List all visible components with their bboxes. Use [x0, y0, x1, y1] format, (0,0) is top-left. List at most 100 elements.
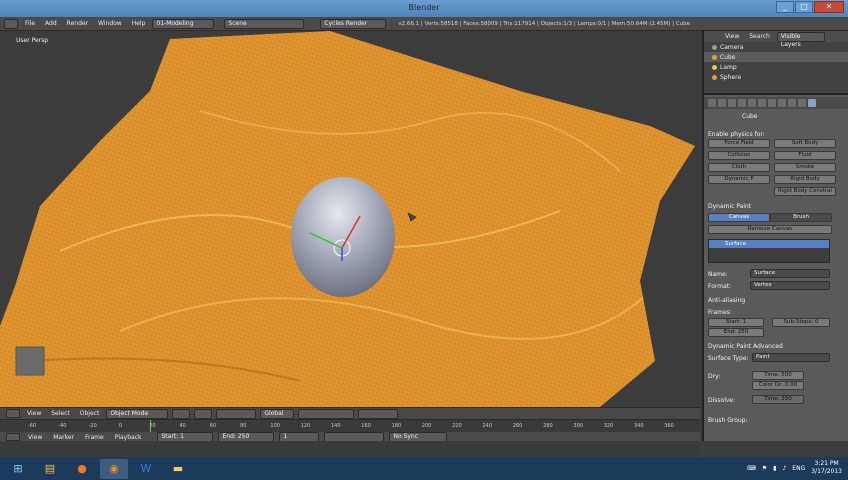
editor-type-icon[interactable]: [6, 433, 20, 441]
shading-dropdown[interactable]: [172, 408, 191, 419]
menu-marker[interactable]: Marker: [50, 434, 77, 441]
menu-frame[interactable]: Frame: [82, 434, 107, 441]
clock-date: 3/17/2013: [811, 468, 842, 475]
maximize-button[interactable]: □: [795, 1, 813, 13]
dry-checkbox[interactable]: Dry:: [708, 373, 720, 380]
surface-name-field[interactable]: Surface: [750, 269, 830, 278]
mode-dropdown[interactable]: Object Mode: [106, 408, 169, 419]
remove-canvas-button[interactable]: Remove Canvas: [708, 225, 832, 234]
modifier-tab-icon[interactable]: [758, 99, 766, 107]
keyboard-icon[interactable]: ⌨: [747, 465, 756, 472]
timeline-tick: 260: [512, 423, 523, 429]
editor-type-icon[interactable]: [6, 409, 20, 418]
object-tab-icon[interactable]: [738, 99, 746, 107]
orientation-dropdown[interactable]: Global: [260, 408, 295, 419]
timeline-tick: 120: [300, 423, 311, 429]
menu-window[interactable]: Window: [95, 20, 125, 27]
clock[interactable]: 3:21 PM 3/17/2013: [811, 460, 842, 476]
menu-search[interactable]: Search: [746, 33, 773, 40]
minimize-button[interactable]: _: [776, 1, 794, 13]
particle-tab-icon[interactable]: [798, 99, 806, 107]
advanced-panel-title[interactable]: Dynamic Paint Advanced: [708, 343, 783, 350]
canvas-tab[interactable]: Canvas: [708, 213, 770, 222]
flag-icon[interactable]: ⚑: [762, 465, 767, 472]
soft-body-button[interactable]: Soft Body: [774, 139, 836, 148]
outliner-item[interactable]: Camera: [704, 42, 848, 52]
color-dry-field[interactable]: Color Dr: 0.00: [752, 381, 804, 390]
current-frame-marker[interactable]: [150, 420, 151, 432]
snap-buttons[interactable]: [358, 408, 399, 419]
start-button[interactable]: ⊞: [4, 459, 32, 479]
firefox-icon[interactable]: ●: [68, 459, 96, 479]
constraint-tab-icon[interactable]: [748, 99, 756, 107]
camera-gizmo: [15, 346, 45, 376]
menu-view[interactable]: View: [722, 33, 742, 40]
outliner-filter-dropdown[interactable]: Visible Layers: [776, 31, 825, 48]
network-icon[interactable]: ▮: [773, 465, 776, 472]
menu-playback[interactable]: Playback: [112, 434, 145, 441]
outliner-item[interactable]: Cube: [704, 52, 848, 62]
outliner[interactable]: View Search Visible Layers Camera Cube L…: [704, 31, 848, 95]
viewport-header: View Select Object Object Mode Global: [0, 407, 700, 419]
menu-view[interactable]: View: [25, 434, 45, 441]
data-tab-icon[interactable]: [768, 99, 776, 107]
menu-view[interactable]: View: [24, 410, 44, 417]
screen-layout-dropdown[interactable]: 01-Modeling: [152, 18, 215, 29]
menu-file[interactable]: File: [22, 20, 38, 27]
texture-tab-icon[interactable]: [788, 99, 796, 107]
start-frame-field[interactable]: Start: 1: [708, 318, 764, 327]
rigid-body-button[interactable]: Rigid Body: [774, 175, 836, 184]
outliner-item[interactable]: Sphere: [704, 72, 848, 82]
language-indicator[interactable]: ENG: [792, 465, 805, 472]
timeline-tick: 160: [361, 423, 371, 429]
menu-object[interactable]: Object: [77, 410, 103, 417]
physics-tab-icon[interactable]: [808, 99, 816, 107]
menu-help[interactable]: Help: [129, 20, 149, 27]
volume-icon[interactable]: ♪: [782, 465, 786, 472]
sub-steps-field[interactable]: Sub-Steps: 0: [772, 318, 830, 327]
dry-time-field[interactable]: Time: 500: [752, 371, 804, 380]
surface-list[interactable]: Surface: [708, 239, 830, 263]
render-engine-dropdown[interactable]: Cycles Render: [320, 18, 387, 29]
layers-buttons[interactable]: [298, 408, 355, 419]
dissolve-time-field[interactable]: Time: 250: [752, 395, 804, 404]
timeline-tick: 0: [118, 423, 123, 429]
word-icon[interactable]: W: [132, 459, 160, 479]
scene-dropdown[interactable]: Scene: [224, 18, 305, 29]
cloth-button[interactable]: Cloth: [708, 163, 770, 172]
menu-render[interactable]: Render: [64, 20, 91, 27]
timeline[interactable]: -60 -40 -20 0 20 40 60 80 100 120 140 160 180 200 220 2…: [0, 419, 700, 442]
world-tab-icon[interactable]: [728, 99, 736, 107]
scene-tab-icon[interactable]: [718, 99, 726, 107]
force-field-button[interactable]: Force Field: [708, 139, 770, 148]
explorer-icon[interactable]: ▤: [36, 459, 64, 479]
fluid-button[interactable]: Fluid: [774, 151, 836, 160]
3d-viewport[interactable]: User Persp: [0, 31, 700, 407]
surface-list-item[interactable]: Surface: [709, 240, 829, 248]
render-tab-icon[interactable]: [708, 99, 716, 107]
smoke-button[interactable]: Smoke: [774, 163, 836, 172]
dynamic-paint-button[interactable]: Dynamic P: [708, 175, 770, 184]
anti-aliasing-checkbox[interactable]: Anti-aliasing: [708, 297, 745, 304]
outliner-item[interactable]: Lamp: [704, 62, 848, 72]
dissolve-checkbox[interactable]: Dissolve:: [708, 397, 735, 404]
brush-group-label: Brush Group:: [708, 417, 748, 424]
menu-add[interactable]: Add: [42, 20, 60, 27]
folder-icon[interactable]: ▬: [164, 459, 192, 479]
editor-type-icon[interactable]: [4, 18, 18, 29]
brush-tab[interactable]: Brush: [770, 213, 832, 222]
close-button[interactable]: ✕: [814, 1, 844, 13]
rigid-body-constraint-button[interactable]: Rigid Body Constrai: [774, 187, 836, 196]
dynamic-paint-panel-title[interactable]: Dynamic Paint: [708, 203, 751, 210]
timeline-tick: 60: [209, 423, 217, 429]
manipulator-buttons[interactable]: [216, 408, 257, 419]
pivot-dropdown[interactable]: [194, 408, 213, 419]
material-tab-icon[interactable]: [778, 99, 786, 107]
surface-type-dropdown[interactable]: Paint: [752, 353, 830, 362]
end-frame-field[interactable]: End: 250: [708, 328, 764, 337]
menu-select[interactable]: Select: [48, 410, 73, 417]
collision-button[interactable]: Collision: [708, 151, 770, 160]
blender-icon[interactable]: ◉: [100, 458, 128, 479]
format-label: Format:: [708, 283, 732, 290]
format-dropdown[interactable]: Vertex: [750, 281, 830, 290]
